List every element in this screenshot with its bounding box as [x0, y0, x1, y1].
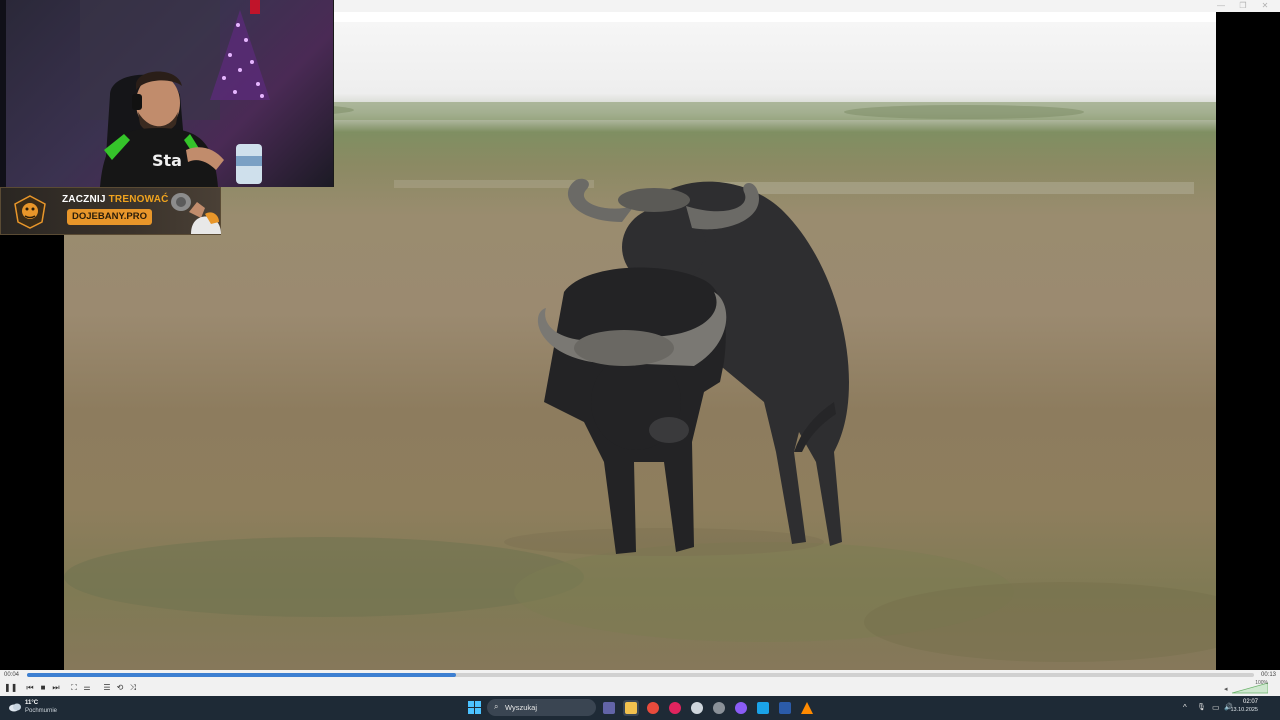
cloud-icon	[9, 703, 21, 712]
volume-slider[interactable]: ◂ 100%	[1224, 680, 1269, 694]
taskbar-app-xbox[interactable]	[711, 700, 727, 716]
fullscreen-button[interactable]: ⛶	[68, 682, 80, 693]
clock-time: 02:07	[1242, 699, 1258, 705]
taskbar-app-file-explorer[interactable]	[623, 700, 639, 716]
weather-temperature: 11°C	[25, 700, 39, 706]
letterbox-left	[0, 235, 64, 670]
maximize-button[interactable]: ❐	[1232, 1, 1254, 10]
total-time: 00:13	[1260, 672, 1276, 678]
seek-progress	[27, 673, 457, 677]
sponsor-banner[interactable]: ZACZNIJ TRENOWAĆ DOJEBANY.PRO	[0, 187, 221, 235]
seek-bar[interactable]	[27, 673, 1254, 677]
clock[interactable]: 02:07 13.10.2025	[1230, 699, 1258, 713]
chrome-icon	[647, 702, 659, 714]
screen: — ❐ ✕ Sta ZACZNIJ TRENOWAĆ DOJEBANY.PRO …	[0, 0, 1280, 720]
taskbar-app-teams[interactable]	[601, 700, 617, 716]
taskbar-app-chrome[interactable]	[645, 700, 661, 716]
sponsor-athlete-image	[171, 193, 221, 234]
search-icon: ⌕	[494, 702, 499, 711]
taskbar-app-vlc[interactable]	[799, 700, 815, 716]
vlc-icon	[801, 702, 813, 714]
taskbar-app-store[interactable]	[755, 700, 771, 716]
microphone-icon[interactable]: 🎙	[1197, 703, 1206, 711]
taskbar: 11°C Pochmurnie ⌕ Wyszukaj ^ 🎙 ▭ 🔊 02:07…	[0, 696, 1280, 720]
steam-icon	[691, 702, 703, 714]
webcam-overlay: Sta	[0, 0, 334, 187]
taskbar-app-opera[interactable]	[667, 700, 683, 716]
current-time: 00:04	[4, 672, 20, 678]
sponsor-tagline: ZACZNIJ TRENOWAĆ	[62, 194, 169, 205]
loop-button[interactable]: ⟲	[114, 682, 126, 693]
tray-chevron-icon[interactable]: ^	[1183, 703, 1187, 712]
gym-logo-icon	[14, 195, 46, 229]
volume-percent: 100%	[1255, 680, 1268, 686]
window-top-border	[334, 12, 1216, 22]
previous-button[interactable]: ⏮	[24, 682, 36, 693]
taskbar-app-messenger[interactable]	[733, 700, 749, 716]
opera-icon	[669, 702, 681, 714]
sponsor-url: DOJEBANY.PRO	[67, 209, 152, 225]
clock-date: 13.10.2025	[1230, 707, 1258, 713]
volume-icon: ◂	[1224, 686, 1228, 693]
window-titlebar: — ❐ ✕	[334, 0, 1280, 12]
file-explorer-icon	[625, 702, 637, 714]
taskbar-app-lightroom[interactable]	[777, 700, 793, 716]
taskbar-app-steam[interactable]	[689, 700, 705, 716]
lightroom-icon	[779, 702, 791, 714]
media-controls: 00:04 00:13 ❚❚ ⏮ ■ ⏭ ⛶ ⚌ ☰ ⟲ ⤨ ◂ 100%	[0, 670, 1280, 696]
play-pause-button[interactable]: ❚❚	[4, 682, 17, 693]
weather-condition: Pochmurnie	[25, 708, 58, 714]
shuffle-button[interactable]: ⤨	[127, 682, 139, 693]
messenger-icon	[735, 702, 747, 714]
xbox-icon	[713, 702, 725, 714]
teams-icon	[603, 702, 615, 714]
search-placeholder: Wyszukaj	[505, 703, 538, 712]
stop-button[interactable]: ■	[37, 682, 49, 693]
letterbox-right	[1216, 12, 1280, 670]
streamer-webcam-image: Sta	[0, 0, 270, 187]
minimize-button[interactable]: —	[1210, 1, 1232, 10]
playlist-button[interactable]: ☰	[101, 682, 113, 693]
network-icon[interactable]: ▭	[1212, 703, 1220, 712]
windows-start-icon[interactable]	[468, 701, 481, 714]
close-button[interactable]: ✕	[1254, 1, 1276, 10]
svg-text:Sta: Sta	[152, 151, 182, 170]
store-icon	[757, 702, 769, 714]
taskbar-search[interactable]: ⌕ Wyszukaj	[487, 699, 596, 716]
next-button[interactable]: ⏭	[50, 682, 62, 693]
extended-settings-button[interactable]: ⚌	[81, 682, 93, 693]
